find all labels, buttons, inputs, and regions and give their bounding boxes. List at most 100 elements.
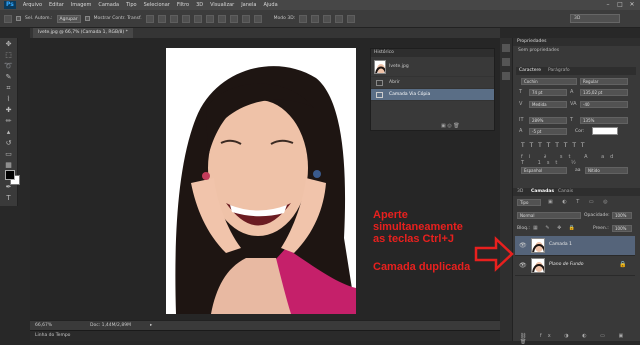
layer-thumbnail	[531, 238, 545, 253]
language-select[interactable]: Espanhol	[521, 167, 567, 174]
foreground-color-swatch[interactable]	[5, 170, 15, 180]
horizontal-scale-field[interactable]: 135%	[580, 117, 628, 124]
menu-3d[interactable]: 3D	[196, 2, 203, 8]
opacity-field[interactable]: 100%	[612, 212, 632, 219]
move-tool-icon[interactable]	[4, 14, 12, 23]
menu-ajuda[interactable]: Ajuda	[263, 2, 277, 8]
tab-paragrafo[interactable]: Parágrafo	[548, 68, 570, 73]
layers-footer-icons[interactable]: ⛓ fx ◑ ◐ ▭ ▣ 🗑	[520, 333, 635, 345]
healing-tool-icon[interactable]: ✚	[3, 105, 15, 115]
document-image	[166, 48, 356, 314]
gradient-tool-icon[interactable]: ▦	[3, 160, 15, 170]
font-size-field[interactable]: 74 pt	[529, 89, 567, 96]
tab-3d[interactable]: 3D	[517, 189, 523, 194]
doc-info[interactable]: Doc: 1,44M/2,89M	[90, 321, 131, 330]
panel-icon[interactable]	[502, 58, 510, 66]
align-bottom-icon[interactable]	[169, 14, 178, 23]
align-top-icon[interactable]	[145, 14, 154, 23]
document-tab[interactable]: Ivete.jpg @ 66,7% (Camada 1, RGB/8) *	[33, 28, 133, 38]
tab-canais[interactable]: Canais	[558, 189, 573, 194]
history-item-abrir[interactable]: Abrir	[371, 77, 494, 89]
distribute-v-icon[interactable]	[241, 14, 250, 23]
visibility-eye-icon[interactable]: 👁	[519, 242, 527, 249]
align-left-icon[interactable]	[181, 14, 190, 23]
status-arrow-icon[interactable]: ▸	[150, 321, 152, 330]
menu-filtro[interactable]: Filtro	[177, 2, 189, 8]
crop-tool-icon[interactable]: ⌗	[3, 83, 15, 93]
maximize-icon[interactable]: □	[616, 1, 624, 8]
layer-filter-icons[interactable]: ▣ ◐ T ▭ ◎	[548, 199, 612, 205]
distribute-h-icon[interactable]	[229, 14, 238, 23]
layer-filter-select[interactable]: Tipo	[517, 199, 541, 206]
quick-select-tool-icon[interactable]: ✎	[3, 72, 15, 82]
distribute-icon[interactable]	[217, 14, 226, 23]
3d-slide-icon[interactable]	[335, 14, 344, 23]
stamp-tool-icon[interactable]: ▴	[3, 127, 15, 137]
history-item-camada-via-copia[interactable]: Camada Via Cópia	[371, 89, 494, 101]
brush-tool-icon[interactable]: ✏	[3, 116, 15, 126]
lasso-tool-icon[interactable]: ➰	[3, 61, 15, 71]
auto-align-icon[interactable]	[253, 14, 262, 23]
blend-mode-select[interactable]: Normal	[517, 212, 581, 219]
tracking-field[interactable]: -40	[580, 101, 628, 108]
font-family-select[interactable]: Cochin	[521, 78, 577, 85]
align-middle-icon[interactable]	[157, 14, 166, 23]
minimize-icon[interactable]: –	[604, 1, 612, 8]
opentype-buttons[interactable]: fi ∂ st A ad T 1st ½	[521, 154, 631, 166]
annotation-line-2: simultaneamente	[373, 221, 463, 233]
move-tool-icon[interactable]: ✥	[3, 39, 15, 49]
timeline-panel-tab[interactable]: Linha do Tempo	[30, 330, 500, 341]
menu-tipo[interactable]: Tipo	[126, 2, 137, 8]
menu-editar[interactable]: Editar	[49, 2, 64, 8]
tab-caractere[interactable]: Caractere	[519, 68, 541, 73]
3d-rotate-icon[interactable]	[299, 14, 308, 23]
fill-field[interactable]: 100%	[612, 225, 632, 232]
menu-camada[interactable]: Camada	[98, 2, 119, 8]
color-label: Cor:	[575, 129, 585, 134]
faux-style-buttons[interactable]: TTTTTTTT	[521, 142, 631, 149]
3d-scale-icon[interactable]	[347, 14, 356, 23]
menu-janela[interactable]: Janela	[241, 2, 256, 8]
layer-row-camada-1[interactable]: 👁 Camada 1	[515, 236, 635, 256]
menu-visualizar[interactable]: Visualizar	[210, 2, 234, 8]
tab-camadas[interactable]: Camadas	[531, 189, 554, 194]
align-center-icon[interactable]	[193, 14, 202, 23]
text-color-swatch[interactable]	[592, 127, 618, 135]
layer-name[interactable]: Camada 1	[549, 242, 572, 247]
auto-select-checkbox[interactable]	[16, 16, 21, 21]
auto-select-dropdown[interactable]: Agrupar	[56, 14, 81, 23]
3d-roll-icon[interactable]	[311, 14, 320, 23]
properties-panel-title[interactable]: Propriedades	[513, 38, 640, 46]
type-tool-icon[interactable]: T	[3, 193, 15, 203]
vertical-scale-field[interactable]: 289%	[529, 117, 567, 124]
history-brush-tool-icon[interactable]: ↺	[3, 138, 15, 148]
visibility-eye-icon[interactable]: 👁	[519, 262, 527, 269]
close-icon[interactable]: ✕	[628, 1, 636, 8]
history-snapshot[interactable]: Ivete.jpg	[371, 57, 494, 77]
lock-icons[interactable]: ▦ ✎ ✥ 🔒	[533, 225, 578, 231]
menu-imagem[interactable]: Imagem	[71, 2, 92, 8]
window-controls: – □ ✕	[604, 1, 636, 8]
eyedropper-tool-icon[interactable]: ⌇	[3, 94, 15, 104]
show-transform-checkbox[interactable]	[84, 16, 90, 21]
layer-name[interactable]: Plano de Fundo	[549, 262, 584, 267]
leading-field[interactable]: 135,02 pt	[580, 89, 628, 96]
layer-row-plano-de-fundo[interactable]: 👁 Plano de Fundo 🔒	[515, 256, 635, 276]
3d-pan-icon[interactable]	[323, 14, 332, 23]
panel-icon[interactable]	[502, 44, 510, 52]
workspace-dropdown[interactable]: 3D	[570, 14, 620, 23]
baseline-field[interactable]: -5 pt	[529, 128, 567, 135]
panel-icon[interactable]	[502, 72, 510, 80]
history-footer-icons[interactable]: ▣ ◎ 🗑	[441, 123, 460, 129]
portrait-photo	[166, 48, 356, 314]
menu-arquivo[interactable]: Arquivo	[23, 2, 42, 8]
menu-selecionar[interactable]: Selecionar	[144, 2, 170, 8]
kerning-field[interactable]: Medida	[529, 101, 567, 108]
font-style-select[interactable]: Regular	[580, 78, 628, 85]
eraser-tool-icon[interactable]: ▭	[3, 149, 15, 159]
lock-label: Bloq.:	[517, 226, 530, 231]
align-right-icon[interactable]	[205, 14, 214, 23]
antialias-select[interactable]: Nítido	[585, 167, 628, 174]
marquee-tool-icon[interactable]: ⬚	[3, 50, 15, 60]
zoom-level[interactable]: 66,67%	[35, 321, 52, 330]
